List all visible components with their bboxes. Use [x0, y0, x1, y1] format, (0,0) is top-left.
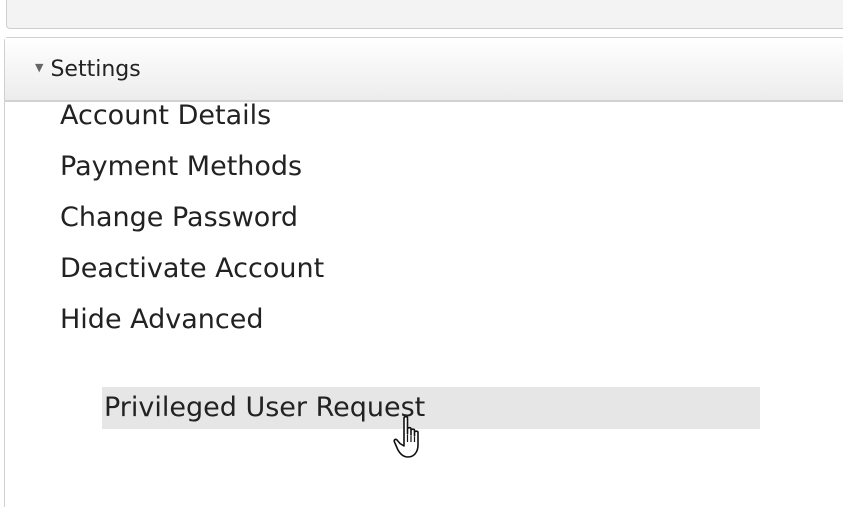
collapsed-panel: [6, 0, 843, 29]
menu-item-hide-advanced[interactable]: Hide Advanced: [60, 300, 324, 351]
menu-item-account-details[interactable]: Account Details: [60, 96, 324, 147]
caret-down-icon[interactable]: ▼: [35, 61, 43, 74]
settings-header[interactable]: ▼ Settings: [5, 38, 843, 102]
hand-pointer-icon: [393, 415, 419, 458]
settings-menu: Account Details Payment Methods Change P…: [60, 96, 324, 351]
settings-header-label: Settings: [50, 56, 141, 82]
menu-item-deactivate-account[interactable]: Deactivate Account: [60, 249, 324, 300]
menu-item-privileged-user-request[interactable]: Privileged User Request: [102, 387, 760, 429]
menu-item-payment-methods[interactable]: Payment Methods: [60, 147, 324, 198]
menu-item-change-password[interactable]: Change Password: [60, 198, 324, 249]
